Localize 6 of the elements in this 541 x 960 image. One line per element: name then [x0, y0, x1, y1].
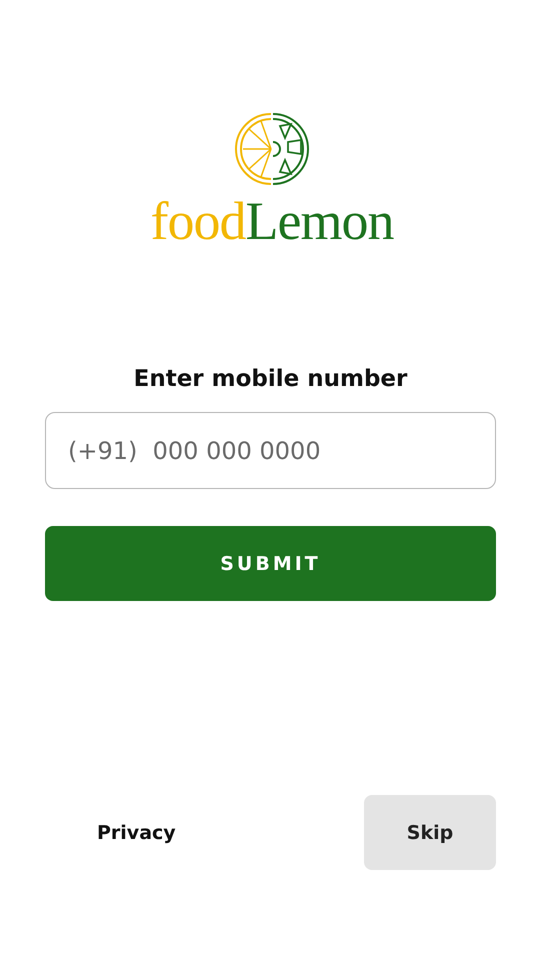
skip-button[interactable]: Skip: [364, 795, 496, 870]
field-label: Enter mobile number: [132, 366, 408, 392]
submit-button[interactable]: SUBMIT: [45, 526, 496, 601]
phone-field[interactable]: (+91) 000 000 0000: [45, 412, 496, 489]
brand-wordmark: foodLemon: [150, 194, 394, 248]
privacy-link[interactable]: Privacy: [97, 822, 176, 844]
